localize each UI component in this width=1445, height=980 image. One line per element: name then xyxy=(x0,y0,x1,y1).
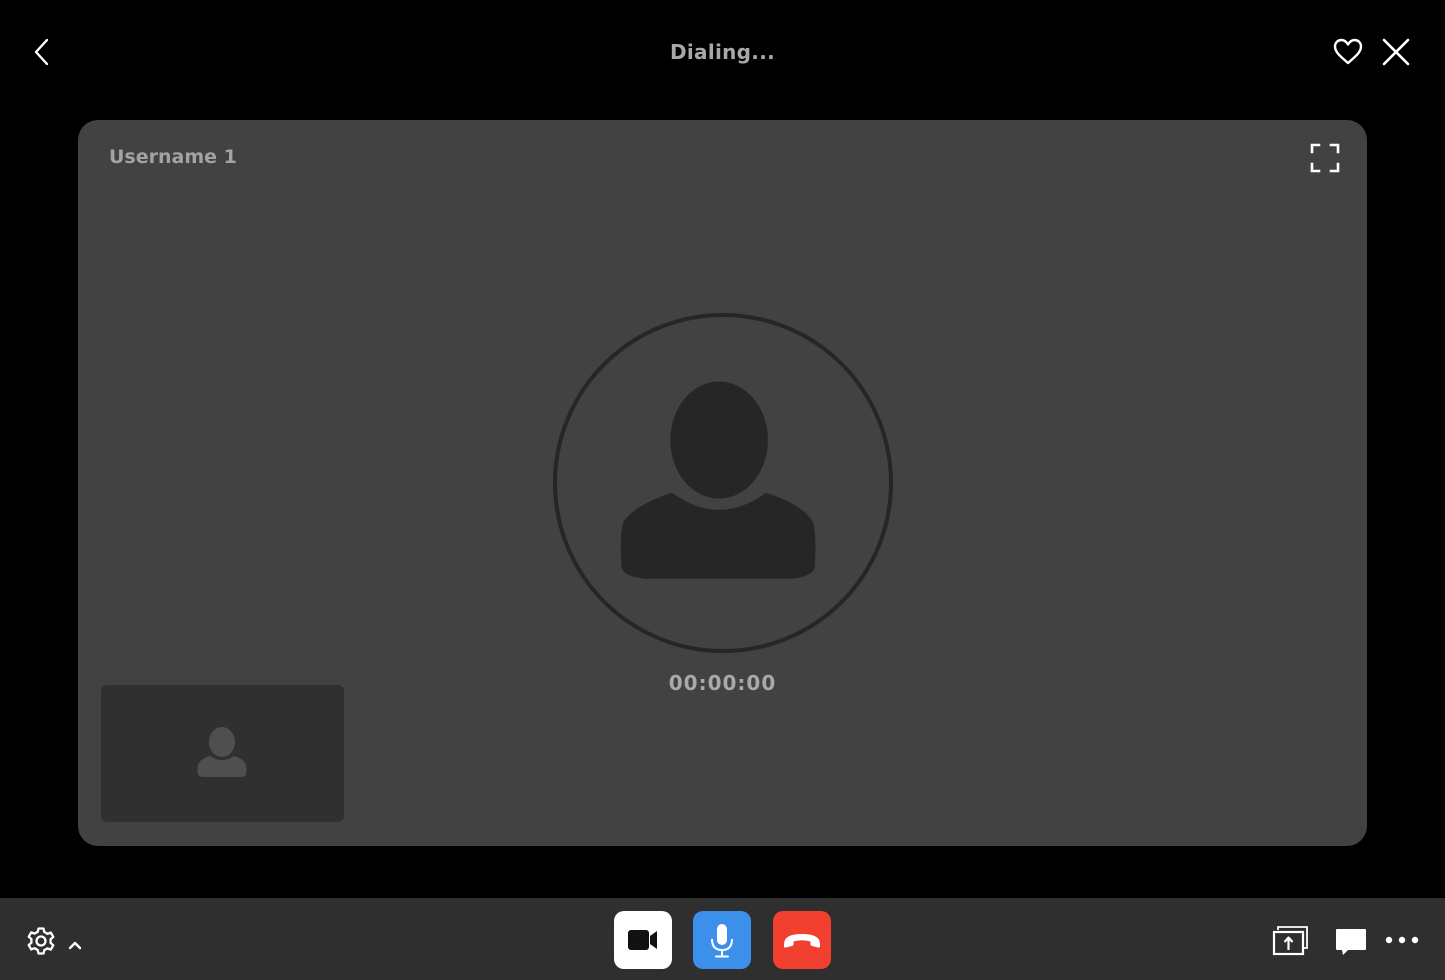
top-bar: Dialing... xyxy=(0,0,1445,104)
call-toolbar xyxy=(0,898,1445,980)
toggle-video-button[interactable] xyxy=(614,911,672,969)
person-placeholder-icon xyxy=(620,381,816,579)
call-status-title: Dialing... xyxy=(669,40,775,64)
close-button[interactable] xyxy=(1380,36,1412,68)
self-video-preview[interactable] xyxy=(101,685,344,822)
gear-icon xyxy=(27,927,55,955)
chevron-up-icon xyxy=(68,941,82,950)
phone-hangup-icon xyxy=(784,934,820,948)
remote-username: Username 1 xyxy=(109,146,237,168)
settings-expand-button[interactable] xyxy=(66,936,84,950)
more-options-button[interactable] xyxy=(1384,930,1422,950)
video-camera-icon xyxy=(628,930,657,950)
microphone-icon xyxy=(711,924,733,958)
hang-up-button[interactable] xyxy=(773,911,831,969)
share-screen-icon xyxy=(1272,926,1308,956)
more-dots-icon xyxy=(1385,936,1419,944)
chat-bubble-icon xyxy=(1336,929,1366,955)
remote-avatar xyxy=(553,313,893,653)
close-x-icon xyxy=(1382,38,1410,66)
chat-button[interactable] xyxy=(1334,926,1368,958)
toggle-microphone-button[interactable] xyxy=(693,911,751,969)
heart-outline-icon xyxy=(1333,38,1363,65)
favorite-button[interactable] xyxy=(1332,36,1364,68)
fullscreen-corners-icon xyxy=(1310,143,1340,173)
share-screen-button[interactable] xyxy=(1272,925,1310,957)
fullscreen-button[interactable] xyxy=(1309,142,1341,174)
person-placeholder-icon xyxy=(197,727,247,777)
settings-button[interactable] xyxy=(24,924,58,958)
remote-video-stage: Username 1 00:00:00 xyxy=(78,120,1367,846)
